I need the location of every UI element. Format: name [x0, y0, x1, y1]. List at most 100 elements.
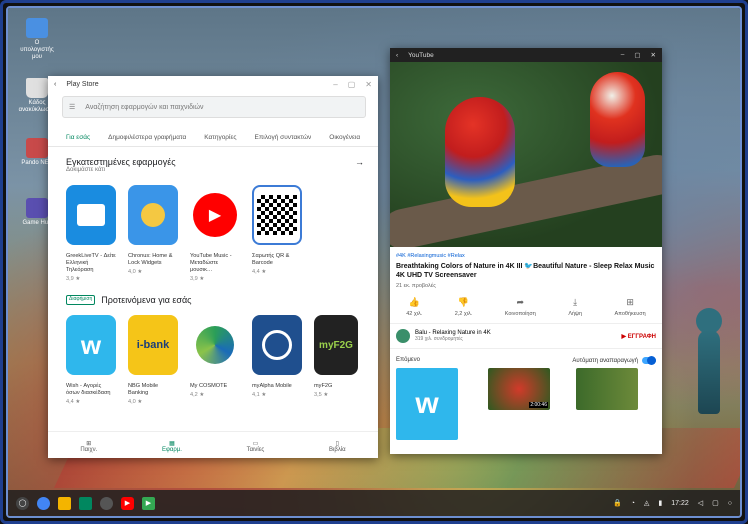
home-icon[interactable]: ○ [728, 500, 732, 507]
taskbar: ◯ ▶ ▶ 🔒 ◔ ◬ ▮ 17:22 ◁ ▢ ○ [8, 490, 740, 516]
launcher-icon[interactable]: ◯ [16, 496, 29, 510]
share-button[interactable]: ➦ Κοινοποίηση [505, 297, 536, 317]
tab-categories[interactable]: Κατηγορίες [204, 134, 236, 141]
video-player[interactable] [390, 62, 662, 247]
minimize-icon[interactable]: – [333, 80, 337, 89]
camera-icon[interactable] [100, 496, 113, 510]
toggle-switch[interactable] [642, 356, 656, 365]
battery-icon: ▮ [658, 500, 663, 507]
store-icon[interactable]: ▶ [142, 496, 155, 510]
desktop-icon-label: Ο υπολογιστής μου [20, 40, 54, 60]
screen-frame: Ο υπολογιστής μου Κάδος ανακύκλωσης Pand… [0, 0, 748, 524]
subscriber-count: 319 χιλ. συνδρομητές [415, 336, 463, 342]
like-button[interactable]: 👍 42 χιλ. [406, 297, 422, 317]
app-name: GreekLiveTV - Δείτε Ελληνική Τηλεόραση [66, 253, 116, 273]
desktop-icon-computer[interactable]: Ο υπολογιστής μου [18, 18, 56, 61]
channel-row[interactable]: Balu - Relaxing Nature in 4K 319 χιλ. συ… [390, 323, 662, 349]
back-nav-icon[interactable]: ◁ [698, 499, 703, 507]
app-card[interactable]: myAlpha Mobile 4,1 ★ [252, 315, 302, 406]
apps-icon: ▦ [169, 441, 175, 447]
app-card[interactable]: My COSMOTE 4,2 ★ [190, 315, 240, 406]
tab-family[interactable]: Οικογένεια [329, 134, 360, 141]
film-icon: ▭ [252, 441, 259, 447]
arrow-right-icon[interactable]: → [355, 157, 364, 167]
nav-movies[interactable]: ▭ Ταινίες [247, 432, 265, 458]
duration-badge: 2:00:46 [529, 402, 548, 409]
myf2g-icon: myF2G [314, 315, 358, 375]
alpha-bank-icon [252, 315, 302, 375]
minimize-icon[interactable]: – [621, 51, 625, 59]
youtube-titlebar: ‹ YouTube – ▢ ✕ [390, 48, 662, 62]
app-card[interactable]: GreekLiveTV - Δείτε Ελληνική Τηλεόραση 3… [66, 185, 116, 283]
download-button[interactable]: ⤓ Λήψη [568, 297, 582, 317]
installed-section-header[interactable]: Εγκατεστημένες εφαρμογές → [66, 157, 378, 167]
ad-badge: Διαφήμιση [66, 295, 96, 305]
back-icon[interactable]: ‹ [396, 52, 398, 59]
window-title: YouTube [408, 51, 434, 59]
nav-games[interactable]: ⊞ Παιχν. [80, 432, 97, 458]
screen: Ο υπολογιστής μου Κάδος ανακύκλωσης Pand… [6, 6, 742, 518]
download-icon: ⤓ [573, 297, 578, 307]
video-parrot [445, 97, 515, 207]
ad-text [464, 368, 482, 411]
video-thumbnail[interactable]: 2:00:46 [488, 368, 550, 411]
like-icon: 👍 [408, 297, 420, 307]
cosmote-icon [190, 315, 240, 375]
app-card[interactable]: myF2G myF2G 3,5 ★ [314, 315, 358, 406]
nav-books[interactable]: ▯ Βιβλία [329, 432, 346, 458]
autoplay-toggle[interactable]: Αυτόματη αναπαραγωγή [572, 356, 656, 365]
wallpaper-pawn [696, 308, 722, 418]
nav-apps[interactable]: ▦ Εφαρμ. [162, 432, 182, 458]
playstore-icon[interactable] [79, 496, 92, 510]
video-thumbnail[interactable] [576, 368, 638, 411]
wish-ad-thumbnail[interactable]: w [396, 368, 458, 441]
menu-icon[interactable]: ☰ [69, 103, 75, 111]
app-card[interactable]: w Wish - Αγορές όσων διασκέδαση 4,4 ★ [66, 315, 116, 406]
installed-apps-row: GreekLiveTV - Δείτε Ελληνική Τηλεόραση 3… [66, 185, 378, 283]
window-title: Play Store [66, 80, 99, 88]
app-rating: 4,0 ★ [128, 269, 143, 275]
close-icon[interactable]: ✕ [651, 51, 656, 59]
app-name: YouTube Music - Μεταδώστε μουσικ… [190, 253, 232, 273]
youtube-window: ‹ YouTube – ▢ ✕ #4K #Relaxingmusic #Rela… [390, 48, 662, 454]
playstore-bottom-nav: ⊞ Παιχν. ▦ Εφαρμ. ▭ Ταινίες ▯ Βιβλία [48, 431, 378, 458]
maximize-icon[interactable]: ▢ [348, 80, 356, 89]
tab-editors-choice[interactable]: Επιλογή συντακτών [254, 134, 311, 141]
dislike-button[interactable]: 👎 2,2 χιλ. [455, 297, 473, 317]
app-card[interactable]: i-bank NBG Mobile Banking 4,0 ★ [128, 315, 178, 406]
files-icon[interactable] [58, 496, 71, 510]
app-rating: 3,9 ★ [190, 276, 205, 282]
video-title: Breathtaking Colors of Nature in 4K III … [396, 263, 655, 279]
channel-avatar[interactable] [396, 329, 410, 343]
app-card[interactable]: Σαρωτής QR & Barcode 4,4 ★ [252, 185, 302, 283]
subscribe-button[interactable]: ▶ ΕΓΓΡΑΦΗ [622, 333, 656, 340]
app-name: Chronus: Home & Lock Widgets [128, 253, 173, 266]
app-rating: 4,4 ★ [252, 269, 267, 275]
tab-top-charts[interactable]: Δημοφιλέστερα γραφήματα [108, 134, 186, 141]
youtube-icon[interactable]: ▶ [121, 496, 134, 510]
category-tabs: Για εσάς Δημοφιλέστερα γραφήματα Κατηγορ… [48, 128, 378, 147]
trash-icon [26, 78, 48, 98]
playstore-titlebar: ‹ Play Store – ▢ ✕ [48, 76, 378, 92]
tab-for-you[interactable]: Για εσάς [66, 134, 90, 141]
qr-code-icon [252, 185, 302, 245]
back-icon[interactable]: ‹ [54, 81, 56, 88]
close-icon[interactable]: ✕ [365, 80, 372, 89]
app-card[interactable]: Chronus: Home & Lock Widgets 4,0 ★ [128, 185, 178, 283]
playstore-window: ‹ Play Store – ▢ ✕ ☰ Αναζήτηση εφαρμογών… [48, 76, 378, 458]
lock-icon: 🔒 [613, 500, 622, 507]
section-title: Προτεινόμενα για εσάς [101, 295, 192, 305]
clock[interactable]: 17:22 [671, 500, 689, 507]
search-placeholder: Αναζήτηση εφαρμογών και παιχνιδιών [85, 103, 204, 111]
up-next-header: Επόμενο Αυτόματη αναπαραγωγή [390, 349, 662, 368]
chrome-icon[interactable] [37, 496, 50, 510]
app-card[interactable]: ▶ YouTube Music - Μεταδώστε μουσικ… 3,9 … [190, 185, 240, 283]
recommended-section-header[interactable]: Διαφήμιση Προτεινόμενα για εσάς [66, 295, 378, 305]
search-input[interactable]: ☰ Αναζήτηση εφαρμογών και παιχνιδιών [62, 96, 366, 118]
video-tags[interactable]: #4K #Relaxingmusic #Relax [396, 253, 656, 259]
save-button[interactable]: ⊞ Αποθήκευση [614, 297, 645, 317]
maximize-icon[interactable]: ▢ [634, 51, 640, 59]
overview-icon[interactable]: ▢ [712, 499, 719, 507]
system-tray[interactable]: 🔒 ◔ ◬ ▮ 17:22 ◁ ▢ ○ [613, 499, 732, 508]
app-name: NBG Mobile Banking [128, 383, 159, 396]
